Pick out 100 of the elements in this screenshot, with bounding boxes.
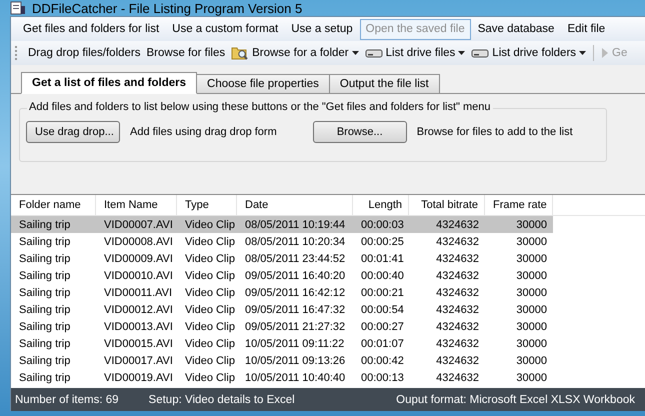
table-cell-text: Sailing trip	[18, 320, 72, 332]
table-cell-text: Video Clip	[184, 286, 236, 298]
app-icon	[10, 0, 26, 16]
tab[interactable]: Get a list of files and folders	[21, 72, 198, 94]
table-cell-text: Sailing trip	[18, 304, 72, 316]
table-row[interactable]: Sailing trip VID00012.AVI Video Clip 09/05/2011 16:47:32 00:00:54 4324632 30000	[11, 301, 553, 318]
table-cell-text: 08/05/2011 23:44:52	[244, 252, 346, 264]
table-cell-text: VID00011.AVI	[103, 286, 174, 298]
table-cell-text: Video Clip	[184, 304, 236, 316]
table-cell-text: VID00015.AVI	[103, 338, 174, 350]
column-header[interactable]: Item Name	[96, 195, 177, 215]
table-cell-text: Sailing trip	[18, 218, 72, 230]
table-row[interactable]: Sailing trip VID00009.AVI Video Clip 08/05/2011 23:44:52 00:01:41 4324632 30000	[11, 250, 553, 267]
table-cell-text: 10/05/2011 10:40:40	[244, 372, 346, 384]
menu-item[interactable]: Get files and folders for list	[17, 18, 166, 40]
table-cell-text: 00:00:25	[360, 236, 405, 248]
table-cell-text: 00:01:07	[360, 338, 405, 350]
status-text: Setup: Video details to Excel	[148, 394, 295, 406]
table-cell-text: VID00010.AVI	[103, 270, 174, 282]
table-cell-text: VID00012.AVI	[103, 304, 174, 316]
action-button[interactable]: Browse...	[312, 121, 407, 143]
table-cell-text: 4324632	[435, 236, 480, 248]
table-cell-text: 08/05/2011 10:19:44	[244, 218, 346, 230]
column-header[interactable]: Date	[237, 195, 353, 215]
table-cell-text: VID00007.AVI	[103, 218, 174, 230]
toolbar-grip	[15, 46, 19, 60]
table-cell-text: 30000	[515, 270, 548, 282]
group-caption: Add files and folders to list below using these buttons or the "Get files and folders for list" menu	[27, 101, 493, 113]
table-cell-text: 09/05/2011 16:40:20	[244, 270, 346, 282]
drive-icon	[471, 48, 490, 58]
menu-item[interactable]: Edit file	[561, 18, 612, 40]
menu-item[interactable]: Use a setup	[285, 18, 359, 40]
table-cell-text: 00:00:40	[360, 270, 405, 282]
window-title: DDFileCatcher - File Listing Program Version 5	[32, 0, 302, 16]
table-row[interactable]: Sailing trip VID00010.AVI Video Clip 09/05/2011 16:40:20 00:00:40 4324632 30000	[11, 267, 553, 284]
table-cell-text: 4324632	[435, 372, 480, 384]
toolbar-button[interactable]: Browse for files	[144, 47, 228, 59]
column-header[interactable]: Length	[353, 195, 409, 215]
column-header[interactable]: Total bitrate	[409, 195, 485, 215]
table-cell-text: VID00008.AVI	[103, 236, 174, 248]
table-row[interactable]: Sailing trip VID00011.AVI Video Clip 09/05/2011 16:42:12 00:00:21 4324632 30000	[11, 284, 553, 301]
table-cell-text: 30000	[515, 372, 548, 384]
table-cell-text: 4324632	[435, 320, 480, 332]
table-cell-text: Sailing trip	[18, 354, 72, 366]
table-cell-text: Video Clip	[184, 320, 236, 332]
table-row[interactable]: Sailing trip VID00008.AVI Video Clip 08/05/2011 10:20:34 00:00:25 4324632 30000	[11, 233, 553, 250]
button-description: Add files using drag drop form	[130, 126, 277, 138]
toolbar-button[interactable]: List drive files	[362, 47, 468, 59]
column-header[interactable]: Folder name	[11, 195, 96, 215]
table-cell-text: 00:01:41	[360, 252, 405, 264]
table-row[interactable]: Sailing trip VID00017.AVI Video Clip 10/05/2011 09:13:26 00:00:42 4324632 30000	[11, 352, 553, 369]
table-cell-text: 30000	[515, 338, 548, 350]
column-header[interactable]: Frame rate	[485, 195, 553, 215]
drive-icon	[364, 48, 383, 58]
button-description: Browse for files to add to the list	[416, 126, 573, 138]
table-row[interactable]: Sailing trip VID00013.AVI Video Clip 09/05/2011 21:27:32 00:00:27 4324632 30000	[11, 318, 553, 335]
table-cell-text: 30000	[515, 320, 548, 332]
table-cell-text: 4324632	[435, 338, 480, 350]
table-cell-text: Video Clip	[184, 338, 236, 350]
table-cell-text: 10/05/2011 09:11:22	[244, 338, 346, 350]
table-cell-text: 00:00:54	[360, 304, 405, 316]
table-cell-text: 4324632	[435, 270, 480, 282]
play-icon	[601, 47, 610, 59]
table-cell-text: 09/05/2011 16:42:12	[244, 286, 346, 298]
action-button[interactable]: Use drag drop...	[26, 121, 120, 143]
table-cell-text: Sailing trip	[18, 338, 72, 350]
table-cell-text: Sailing trip	[18, 372, 72, 384]
table-cell-text: 30000	[515, 218, 548, 230]
tab[interactable]: Output the file list	[328, 74, 440, 93]
status-text: Number of items: 69	[15, 394, 119, 406]
table-row[interactable]: Sailing trip VID00007.AVI Video Clip 08/05/2011 10:19:44 00:00:03 4324632 30000	[11, 216, 553, 233]
folder-magnifier-icon	[231, 45, 250, 61]
toolbar-button[interactable]: Browse for a folder	[228, 45, 362, 61]
table-cell-text: 09/05/2011 21:27:32	[244, 320, 346, 332]
table-cell-text: 00:00:27	[360, 320, 405, 332]
table-cell-text: 30000	[515, 304, 548, 316]
table-cell-text: VID00017.AVI	[103, 354, 174, 366]
table-cell-text: 30000	[515, 236, 548, 248]
table-cell-text: 00:00:42	[360, 354, 405, 366]
caret-icon	[579, 51, 586, 55]
table-row[interactable]: Sailing trip VID00019.AVI Video Clip 10/05/2011 10:40:40 00:00:13 4324632 30000	[11, 369, 553, 386]
table-cell-text: Video Clip	[184, 270, 236, 282]
column-header[interactable]: Type	[177, 195, 237, 215]
caret-icon	[352, 51, 359, 55]
table-cell-text: 4324632	[435, 218, 480, 230]
table-cell-text: Video Clip	[184, 252, 236, 264]
caret-icon	[458, 51, 466, 55]
toolbar-button[interactable]: List drive folders	[468, 47, 590, 59]
menu-item[interactable]: Save database	[472, 18, 560, 40]
table-cell-text: 4324632	[435, 354, 480, 366]
menu-item[interactable]: Use a custom format	[166, 18, 284, 40]
table-cell-text: VID00019.AVI	[103, 372, 174, 384]
toolbar-button[interactable]: Drag drop files/folders	[25, 47, 144, 59]
tab[interactable]: Choose file properties	[196, 74, 330, 93]
table-cell-text: 4324632	[435, 304, 480, 316]
status-text: Ouput format: Microsoft Excel XLSX Workbook	[396, 394, 635, 406]
table-cell-text: Sailing trip	[18, 252, 72, 264]
table-row[interactable]: Sailing trip VID00015.AVI Video Clip 10/05/2011 09:11:22 00:01:07 4324632 30000	[11, 335, 553, 352]
table-cell-text: 08/05/2011 10:20:34	[244, 236, 346, 248]
table-cell-text: VID00009.AVI	[103, 252, 174, 264]
